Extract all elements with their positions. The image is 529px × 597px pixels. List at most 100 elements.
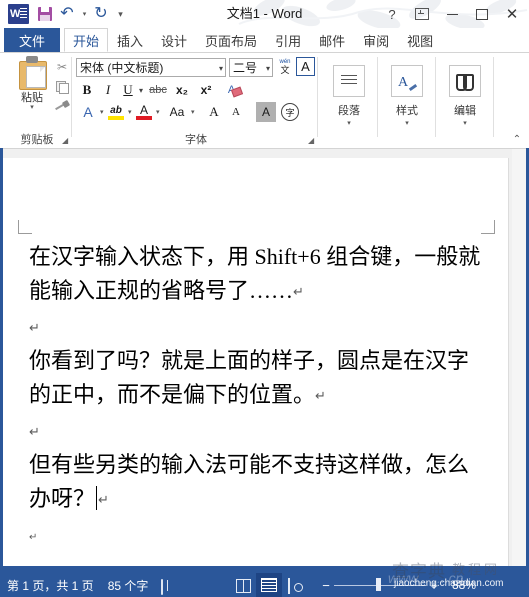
paragraph-mark: ↵	[98, 493, 109, 508]
font-size-dropdown-icon[interactable]: ▾	[266, 64, 270, 73]
tab-home[interactable]: 开始	[64, 28, 109, 52]
proofing-language-icon[interactable]	[155, 578, 181, 595]
word-count[interactable]: 85 个字	[101, 577, 156, 594]
maximize-icon[interactable]	[467, 1, 497, 27]
shrink-font-button[interactable]: A	[226, 102, 246, 122]
ribbon-group-styles: A 样式 ▾	[378, 53, 436, 148]
highlight-ab-glyph: ab	[110, 104, 122, 116]
tab-page-layout[interactable]: 页面布局	[196, 28, 266, 52]
zoom-level[interactable]: 88%	[442, 578, 486, 592]
font-size-input[interactable]: 二号 ▾	[229, 58, 273, 77]
zoom-out-button[interactable]: −	[318, 578, 334, 593]
clipboard-dialog-launcher[interactable]: ◢	[62, 136, 72, 146]
help-icon: ?	[388, 6, 396, 22]
clear-formatting-button[interactable]: A	[224, 80, 246, 100]
print-layout-view-button[interactable]	[256, 573, 282, 597]
styles-dropdown-icon[interactable]: ▾	[405, 120, 409, 128]
paragraph-5[interactable]: 但有些另类的输入法可能不支持这样做，怎么办呀？ ↵	[29, 448, 489, 518]
close-icon[interactable]: ✕	[497, 1, 527, 27]
title-bar: W ↶ ▾ ↻ ▾ 文档1 - Word ? ✕	[0, 0, 529, 28]
text-effects-dropdown-icon[interactable]: ▾	[100, 108, 104, 116]
collapse-ribbon-button[interactable]: ⌃	[509, 132, 525, 146]
styles-group-button[interactable]: A 样式 ▾	[385, 57, 429, 135]
font-color-button[interactable]: A	[134, 102, 154, 122]
document-area: 在汉字输入状态下，用 Shift+6 组合键，一般就能输入正规的省略号了……↵ …	[3, 148, 526, 566]
paragraph-2[interactable]: ↵	[29, 310, 489, 344]
text-highlight-dropdown-icon[interactable]: ▾	[128, 108, 132, 116]
font-name-dropdown-icon[interactable]: ▾	[219, 64, 223, 73]
phonetic-guide-button[interactable]: wén 文	[276, 57, 294, 77]
paragraph-dropdown-icon[interactable]: ▾	[347, 120, 351, 128]
margin-mark-top-left	[18, 220, 32, 234]
underline-button[interactable]: U	[120, 80, 136, 100]
paragraph-mark: ↵	[315, 389, 326, 404]
zoom-slider[interactable]	[334, 573, 426, 597]
page-indicator[interactable]: 第 1 页，共 1 页	[0, 577, 101, 594]
ribbon: 粘贴 ▾ ✂ 剪贴板 ◢ 宋体 (中文标题) ▾ 二号 ▾ wén 文 A B …	[0, 52, 529, 148]
paragraph-6[interactable]: ↵	[29, 518, 489, 552]
change-case-dropdown-icon[interactable]: ▾	[191, 108, 195, 116]
change-case-button[interactable]: Aa	[164, 102, 190, 122]
character-border-button[interactable]: A	[296, 57, 315, 76]
text-highlight-button[interactable]: ab	[106, 102, 126, 122]
enclose-characters-button[interactable]: 字	[280, 102, 300, 122]
font-dialog-launcher[interactable]: ◢	[308, 136, 318, 146]
subscript-button[interactable]: x₂	[172, 80, 192, 100]
strikethrough-button[interactable]: abc	[148, 80, 168, 100]
binoculars-icon	[449, 65, 481, 97]
format-painter-button[interactable]	[52, 97, 72, 116]
editing-group-button[interactable]: 编辑 ▾	[443, 57, 487, 135]
paragraph-mark: ↵	[293, 285, 304, 300]
font-name-input[interactable]: 宋体 (中文标题) ▾	[76, 58, 226, 77]
copy-button[interactable]	[52, 77, 72, 96]
font-color-swatch	[136, 116, 152, 120]
window-controls: ? ✕	[377, 0, 527, 28]
tab-references[interactable]: 引用	[266, 28, 310, 52]
italic-button[interactable]: I	[100, 80, 116, 100]
help-button[interactable]: ?	[377, 1, 407, 27]
enclose-char-glyph: 字	[281, 103, 299, 121]
vertical-scrollbar[interactable]	[512, 149, 526, 566]
paragraph-group-button[interactable]: 段落 ▾	[327, 57, 371, 135]
paragraph-3[interactable]: 你看到了吗？就是上面的样子，圆点是在汉字的正中，而不是偏下的位置。↵	[29, 344, 489, 414]
tab-mailings[interactable]: 邮件	[310, 28, 354, 52]
tab-insert[interactable]: 插入	[108, 28, 152, 52]
document-page[interactable]: 在汉字输入状态下，用 Shift+6 组合键，一般就能输入正规的省略号了……↵ …	[3, 158, 509, 566]
read-mode-view-button[interactable]	[230, 573, 256, 597]
text-effects-button[interactable]: A	[78, 102, 98, 122]
ribbon-group-paragraph: 段落 ▾	[320, 53, 378, 148]
font-name-value: 宋体 (中文标题)	[80, 61, 164, 75]
document-text[interactable]: 在汉字输入状态下，用 Shift+6 组合键，一般就能输入正规的省略号了……↵ …	[29, 240, 489, 552]
editing-dropdown-icon[interactable]: ▾	[463, 120, 467, 128]
bold-button[interactable]: B	[78, 80, 96, 100]
minimize-icon[interactable]	[437, 1, 467, 27]
paste-button[interactable]: 粘贴 ▾	[10, 56, 54, 118]
web-layout-view-button[interactable]	[282, 573, 308, 597]
paragraph-5-text: 但有些另类的输入法可能不支持这样做，怎么办呀？	[29, 452, 470, 511]
align-lines-icon	[333, 65, 365, 97]
tab-view[interactable]: 视图	[398, 28, 442, 52]
text-cursor	[96, 486, 98, 510]
view-buttons	[230, 573, 308, 597]
paragraph-1[interactable]: 在汉字输入状态下，用 Shift+6 组合键，一般就能输入正规的省略号了……↵	[29, 240, 489, 310]
paste-clipboard-icon	[17, 56, 47, 90]
cut-button[interactable]: ✂	[52, 57, 72, 76]
grow-font-button[interactable]: A	[204, 102, 224, 122]
character-shading-button[interactable]: A	[256, 102, 276, 122]
read-mode-icon	[235, 579, 251, 593]
superscript-button[interactable]: x²	[196, 80, 216, 100]
word-window: W ↶ ▾ ↻ ▾ 文档1 - Word ? ✕ 文件 开始 插入 设计 页面布…	[0, 0, 529, 597]
tab-design[interactable]: 设计	[152, 28, 196, 52]
zoom-in-button[interactable]: +	[426, 578, 442, 593]
tab-review[interactable]: 审阅	[354, 28, 398, 52]
tab-file[interactable]: 文件	[4, 28, 60, 52]
font-color-dropdown-icon[interactable]: ▾	[156, 108, 160, 116]
ribbon-group-font: 宋体 (中文标题) ▾ 二号 ▾ wén 文 A B I U ▾ abc x₂ …	[74, 53, 318, 148]
ribbon-display-options-icon[interactable]	[407, 1, 437, 27]
ribbon-group-editing: 编辑 ▾	[436, 53, 494, 148]
paste-dropdown-icon[interactable]: ▾	[30, 104, 34, 111]
group-label-styles: 样式	[396, 105, 418, 117]
zoom-slider-thumb[interactable]	[376, 578, 381, 591]
paragraph-4[interactable]: ↵	[29, 414, 489, 448]
underline-dropdown-icon[interactable]: ▾	[137, 84, 145, 96]
